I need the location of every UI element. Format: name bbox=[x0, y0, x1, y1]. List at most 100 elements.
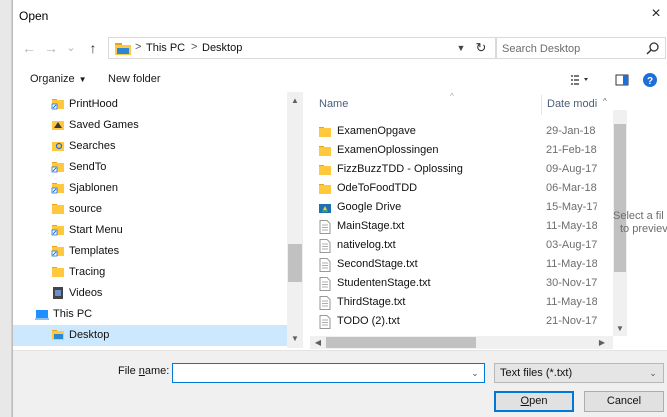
up-arrow-icon[interactable]: ↑ bbox=[85, 40, 101, 56]
dialog-footer: File name: ⌄ Text files (*.txt) ⌄ Open C… bbox=[13, 350, 667, 417]
scrollbar-thumb[interactable] bbox=[614, 124, 626, 272]
file-date-modified: 21-Nov-17 bbox=[546, 315, 597, 327]
chevron-down-icon[interactable]: ▼ bbox=[455, 42, 467, 54]
scroll-down-icon[interactable]: ▼ bbox=[287, 332, 303, 346]
help-icon: ? bbox=[643, 73, 657, 87]
close-icon[interactable]: × bbox=[648, 6, 664, 22]
sidebar-item-sendto[interactable]: SendTo bbox=[13, 157, 288, 178]
scroll-down-icon[interactable]: ▼ bbox=[612, 322, 628, 336]
sidebar-item-tracing[interactable]: Tracing bbox=[13, 262, 288, 283]
file-row[interactable]: ExamenOplossingen 21-Feb-18 bbox=[310, 141, 597, 160]
videos-icon bbox=[51, 286, 65, 300]
file-name: nativelog.txt bbox=[337, 239, 396, 251]
sidebar-item-videos[interactable]: Videos bbox=[13, 283, 288, 304]
sidebar-item-printhood[interactable]: PrintHood bbox=[13, 94, 288, 115]
sidebar-item-saved-games[interactable]: Saved Games bbox=[13, 115, 288, 136]
column-header-name[interactable]: Name bbox=[319, 98, 348, 110]
sidebar-item-label: Sjablonen bbox=[69, 182, 118, 194]
caret-down-icon: ▼ bbox=[78, 75, 87, 84]
navigation-pane-scrollbar[interactable]: ▲ ▼ bbox=[287, 92, 303, 348]
file-row[interactable]: TODO (2).txt 21-Nov-17 bbox=[310, 312, 597, 331]
breadcrumb-desktop[interactable]: Desktop bbox=[202, 42, 242, 54]
navigation-pane[interactable]: PrintHood Saved Games Searches SendTo Sjablo… bbox=[13, 92, 303, 348]
forward-arrow-icon[interactable]: → bbox=[43, 40, 59, 56]
chevron-down-icon: ⌄ bbox=[649, 368, 657, 378]
preview-pane-icon bbox=[615, 74, 629, 86]
search-icon[interactable] bbox=[646, 41, 660, 55]
shortcut-folder-icon bbox=[51, 244, 65, 258]
scrollbar-thumb[interactable] bbox=[326, 337, 476, 348]
sidebar-item-start-menu[interactable]: Start Menu bbox=[13, 220, 288, 241]
text-file-icon bbox=[318, 239, 332, 253]
shortcut-folder-icon bbox=[51, 97, 65, 111]
sidebar-item-label: SendTo bbox=[69, 161, 107, 173]
file-name: MainStage.txt bbox=[337, 220, 405, 232]
sidebar-item-searches[interactable]: Searches bbox=[13, 136, 288, 157]
file-date-modified: 11-May-18 bbox=[546, 258, 597, 270]
file-row[interactable]: ExamenOpgave 29-Jan-18 9 bbox=[310, 122, 597, 141]
desktop-folder-icon bbox=[115, 43, 131, 55]
text-file-icon bbox=[318, 296, 332, 310]
refresh-icon[interactable]: ↻ bbox=[473, 40, 489, 56]
file-date-modified: 03-Aug-17 bbox=[546, 239, 597, 251]
column-header-date-modified[interactable]: Date modi bbox=[547, 98, 597, 110]
column-divider[interactable] bbox=[541, 95, 542, 115]
view-options-icon bbox=[571, 75, 588, 85]
file-name: FizzBuzzTDD - Oplossing bbox=[337, 163, 463, 175]
sidebar-item-this-pc[interactable]: This PC bbox=[13, 304, 288, 325]
change-view-button[interactable] bbox=[569, 71, 593, 89]
sidebar-item-sjablonen[interactable]: Sjablonen bbox=[13, 178, 288, 199]
breadcrumb-separator: > bbox=[135, 41, 142, 53]
breadcrumb-this-pc[interactable]: This PC bbox=[146, 42, 185, 54]
file-row[interactable]: nativelog.txt 03-Aug-17 bbox=[310, 236, 597, 255]
address-bar[interactable]: > This PC > Desktop ▼ ↻ bbox=[108, 37, 496, 59]
file-list[interactable]: Name ^ Date modi ExamenOpgave 29-Jan-18 9… bbox=[310, 92, 613, 348]
chevron-down-icon[interactable]: ⌄ bbox=[469, 367, 481, 379]
file-row[interactable]: ThirdStage.txt 11-May-18 bbox=[310, 293, 597, 312]
command-bar: Organize ▼ New folder ? bbox=[13, 69, 667, 91]
scroll-left-icon[interactable]: ◀ bbox=[310, 336, 326, 349]
organize-label: Organize bbox=[30, 73, 75, 85]
title-bar[interactable]: Open × bbox=[13, 0, 667, 32]
file-name-input[interactable] bbox=[176, 366, 461, 380]
this-pc-icon bbox=[35, 307, 49, 321]
organize-button[interactable]: Organize ▼ bbox=[30, 73, 87, 85]
file-row[interactable]: StudentenStage.txt 30-Nov-17 bbox=[310, 274, 597, 293]
file-row[interactable]: MainStage.txt 11-May-18 bbox=[310, 217, 597, 236]
recent-locations-icon[interactable]: ⌄ bbox=[63, 40, 79, 56]
help-button[interactable]: ? bbox=[641, 71, 659, 89]
preview-pane-message: Select a fil to previev bbox=[613, 210, 667, 236]
file-name-combobox[interactable]: ⌄ bbox=[172, 363, 485, 383]
file-row[interactable]: FizzBuzzTDD - Oplossing 09-Aug-17 bbox=[310, 160, 597, 179]
text-file-icon bbox=[318, 315, 332, 329]
back-arrow-icon[interactable]: ← bbox=[21, 40, 37, 56]
file-date-modified: 11-May-18 bbox=[546, 220, 597, 232]
saved-games-icon bbox=[51, 118, 65, 132]
sidebar-item-desktop[interactable]: Desktop bbox=[13, 325, 288, 346]
scrollbar-thumb[interactable] bbox=[288, 244, 302, 282]
sidebar-item-templates[interactable]: Templates bbox=[13, 241, 288, 262]
open-accesskey: O bbox=[520, 395, 530, 407]
preview-pane-button[interactable] bbox=[613, 71, 631, 89]
scroll-right-icon[interactable]: ▶ bbox=[594, 336, 610, 349]
search-box[interactable] bbox=[496, 37, 666, 59]
dialog-title: Open bbox=[19, 9, 49, 23]
cancel-button[interactable]: Cancel bbox=[584, 391, 664, 412]
folder-icon bbox=[51, 265, 65, 279]
file-date-modified: 11-May-18 bbox=[546, 296, 597, 308]
file-row[interactable]: OdeToFoodTDD 06-Mar-18 bbox=[310, 179, 597, 198]
file-date-modified: 09-Aug-17 bbox=[546, 163, 597, 175]
sidebar-item-source[interactable]: source bbox=[13, 199, 288, 220]
open-button[interactable]: Open bbox=[494, 391, 574, 412]
file-type-select[interactable]: Text files (*.txt) ⌄ bbox=[494, 363, 664, 383]
search-input[interactable] bbox=[502, 41, 642, 56]
scroll-up-icon[interactable]: ▲ bbox=[287, 94, 303, 108]
new-folder-button[interactable]: New folder bbox=[108, 73, 161, 85]
file-row[interactable]: SecondStage.txt 11-May-18 bbox=[310, 255, 597, 274]
file-list-horizontal-scrollbar[interactable]: ◀ ▶ bbox=[310, 336, 613, 349]
file-name: ExamenOpgave bbox=[337, 125, 416, 137]
file-row[interactable]: Google Drive 15-May-17 bbox=[310, 198, 597, 217]
folder-icon bbox=[318, 144, 332, 158]
folder-icon bbox=[51, 202, 65, 216]
preview-message-line: to previev bbox=[620, 223, 667, 235]
